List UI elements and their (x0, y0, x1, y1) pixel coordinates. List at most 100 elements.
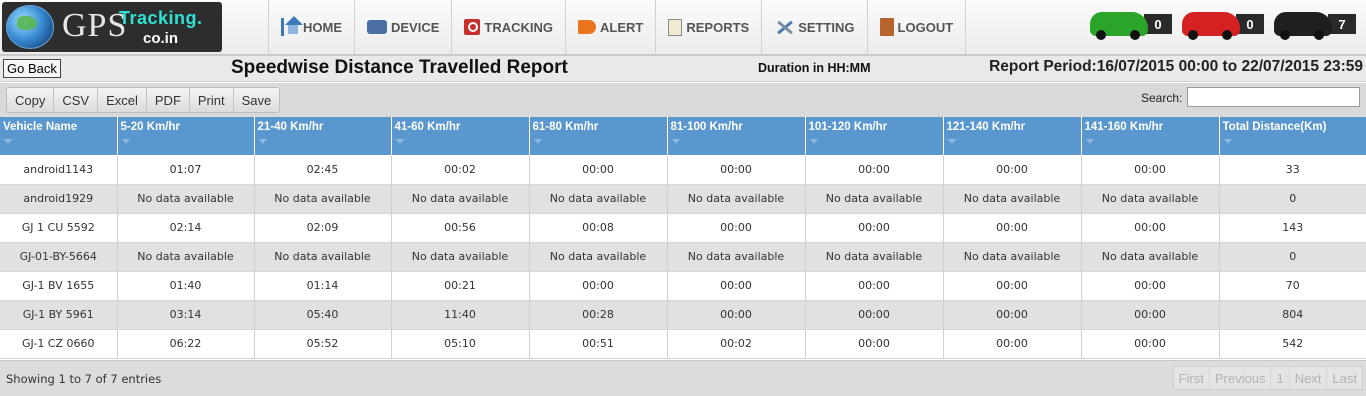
table-cell: No data available (805, 242, 944, 272)
table-toolbar: Copy CSV Excel PDF Print Save Search: (0, 83, 1366, 117)
col-total-distance[interactable]: Total Distance(Km) (1219, 117, 1366, 155)
sort-icon (121, 139, 130, 144)
csv-button[interactable]: CSV (54, 88, 99, 112)
nav-reports[interactable]: REPORTS (656, 0, 763, 54)
pdf-button[interactable]: PDF (146, 88, 190, 112)
table-cell: 0 (1219, 242, 1366, 272)
logo-domain-text: co.in (143, 30, 179, 47)
next-page-button[interactable]: Next (1289, 367, 1328, 389)
table-row: GJ-1 CZ 0660 06:22 05:52 05:10 00:51 00:02 00:… (0, 329, 1366, 359)
table-cell: 00:28 (529, 300, 668, 330)
vehicle-name-cell: GJ-1 BV 1655 (0, 271, 118, 301)
table-cell: 00:00 (1081, 300, 1220, 330)
col-label: 101-120 Km/hr (808, 121, 888, 133)
pagination: First Previous 1 Next Last (1172, 366, 1363, 390)
table-footer: Showing 1 to 7 of 7 entries First Previo… (0, 360, 1366, 396)
table-cell: 00:00 (943, 329, 1082, 359)
col-141-160[interactable]: 141-160 Km/hr (1081, 117, 1220, 155)
table-cell: 00:00 (1081, 213, 1220, 243)
stopped-vehicles[interactable]: 0 (1182, 12, 1264, 40)
table-row: android1929 No data available No data avai… (0, 184, 1366, 214)
col-label: 41-60 Km/hr (394, 121, 461, 133)
sort-icon (947, 139, 956, 144)
excel-button[interactable]: Excel (98, 88, 147, 112)
top-navbar: GPS Tracking. co.in HOME DEVICE TRACKING… (0, 0, 1366, 56)
table-cell: No data available (117, 242, 255, 272)
main-nav: HOME DEVICE TRACKING ALERT REPORTS SETTI… (268, 0, 967, 54)
table-cell: 00:02 (391, 155, 530, 185)
reports-icon (668, 18, 683, 36)
table-body: android1143 01:07 02:45 00:02 00:00 00:00 00:0… (0, 155, 1366, 359)
table-cell: 804 (1219, 300, 1366, 330)
search-input[interactable] (1187, 87, 1360, 107)
table-cell: 02:45 (254, 155, 392, 185)
table-cell: 00:08 (529, 213, 668, 243)
nav-tracking-label: TRACKING (484, 19, 554, 35)
logout-icon (879, 18, 894, 36)
table-cell: 143 (1219, 213, 1366, 243)
col-41-60[interactable]: 41-60 Km/hr (391, 117, 530, 155)
table-cell: 00:56 (391, 213, 530, 243)
report-period: Report Period:16/07/2015 00:00 to 22/07/… (989, 58, 1363, 75)
table-cell: No data available (529, 184, 668, 214)
table-cell: 542 (1219, 329, 1366, 359)
table-cell: No data available (391, 242, 530, 272)
nav-logout-label: LOGOUT (897, 19, 954, 35)
nav-home[interactable]: HOME (268, 0, 355, 54)
page-1-button[interactable]: 1 (1271, 367, 1290, 389)
inactive-vehicles[interactable]: 7 (1274, 12, 1356, 40)
table-cell: 06:22 (117, 329, 255, 359)
table-row: android1143 01:07 02:45 00:02 00:00 00:00 00:0… (0, 155, 1366, 185)
col-101-120[interactable]: 101-120 Km/hr (805, 117, 944, 155)
stopped-count: 0 (1236, 14, 1264, 34)
sort-icon (1223, 139, 1232, 144)
table-cell: 00:00 (667, 155, 806, 185)
inactive-count: 7 (1328, 14, 1356, 34)
table-cell: 05:40 (254, 300, 392, 330)
duration-note: Duration in HH:MM (758, 61, 871, 75)
col-21-40[interactable]: 21-40 Km/hr (254, 117, 392, 155)
nav-device[interactable]: DEVICE (355, 0, 453, 54)
last-page-button[interactable]: Last (1327, 367, 1362, 389)
save-button[interactable]: Save (233, 88, 280, 112)
report-header: Go Back Speedwise Distance Travelled Rep… (0, 56, 1366, 82)
vehicle-name-cell: android1143 (0, 155, 118, 185)
nav-setting[interactable]: SETTING (762, 0, 868, 54)
go-back-button[interactable]: Go Back (3, 59, 61, 78)
nav-device-label: DEVICE (391, 19, 440, 35)
print-button[interactable]: Print (189, 88, 234, 112)
col-81-100[interactable]: 81-100 Km/hr (667, 117, 806, 155)
table-cell: No data available (254, 184, 392, 214)
table-row: GJ 1 CU 5592 02:14 02:09 00:56 00:08 00:00 00:… (0, 213, 1366, 243)
table-cell: 00:00 (805, 213, 944, 243)
table-cell: No data available (1081, 184, 1220, 214)
col-label: Total Distance(Km) (1222, 121, 1327, 133)
table-row: GJ-1 BV 1655 01:40 01:14 00:21 00:00 00:00 00:… (0, 271, 1366, 301)
col-label: 21-40 Km/hr (257, 121, 324, 133)
col-5-20[interactable]: 5-20 Km/hr (117, 117, 255, 155)
sort-icon (671, 139, 680, 144)
table-cell: No data available (943, 184, 1082, 214)
col-vehicle-name[interactable]: Vehicle Name (0, 117, 118, 155)
vehicle-name-cell: GJ-01-BY-5664 (0, 242, 118, 272)
globe-icon (6, 5, 54, 49)
previous-page-button[interactable]: Previous (1209, 367, 1272, 389)
report-table: Vehicle Name 5-20 Km/hr 21-40 Km/hr 41-6… (0, 117, 1366, 359)
table-cell: 00:00 (943, 300, 1082, 330)
copy-button[interactable]: Copy (7, 88, 55, 112)
brand-logo[interactable]: GPS Tracking. co.in (2, 2, 222, 52)
table-cell: 00:00 (943, 271, 1082, 301)
nav-tracking[interactable]: TRACKING (452, 0, 567, 54)
table-cell: 01:40 (117, 271, 255, 301)
col-61-80[interactable]: 61-80 Km/hr (529, 117, 668, 155)
sort-icon (1085, 139, 1094, 144)
table-cell: No data available (943, 242, 1082, 272)
nav-logout[interactable]: LOGOUT (868, 0, 967, 54)
first-page-button[interactable]: First (1173, 367, 1210, 389)
running-vehicles[interactable]: 0 (1090, 12, 1172, 40)
table-cell: 00:00 (529, 271, 668, 301)
alert-icon (578, 20, 597, 34)
black-car-icon (1274, 12, 1332, 40)
nav-alert[interactable]: ALERT (566, 0, 657, 54)
col-121-140[interactable]: 121-140 Km/hr (943, 117, 1082, 155)
